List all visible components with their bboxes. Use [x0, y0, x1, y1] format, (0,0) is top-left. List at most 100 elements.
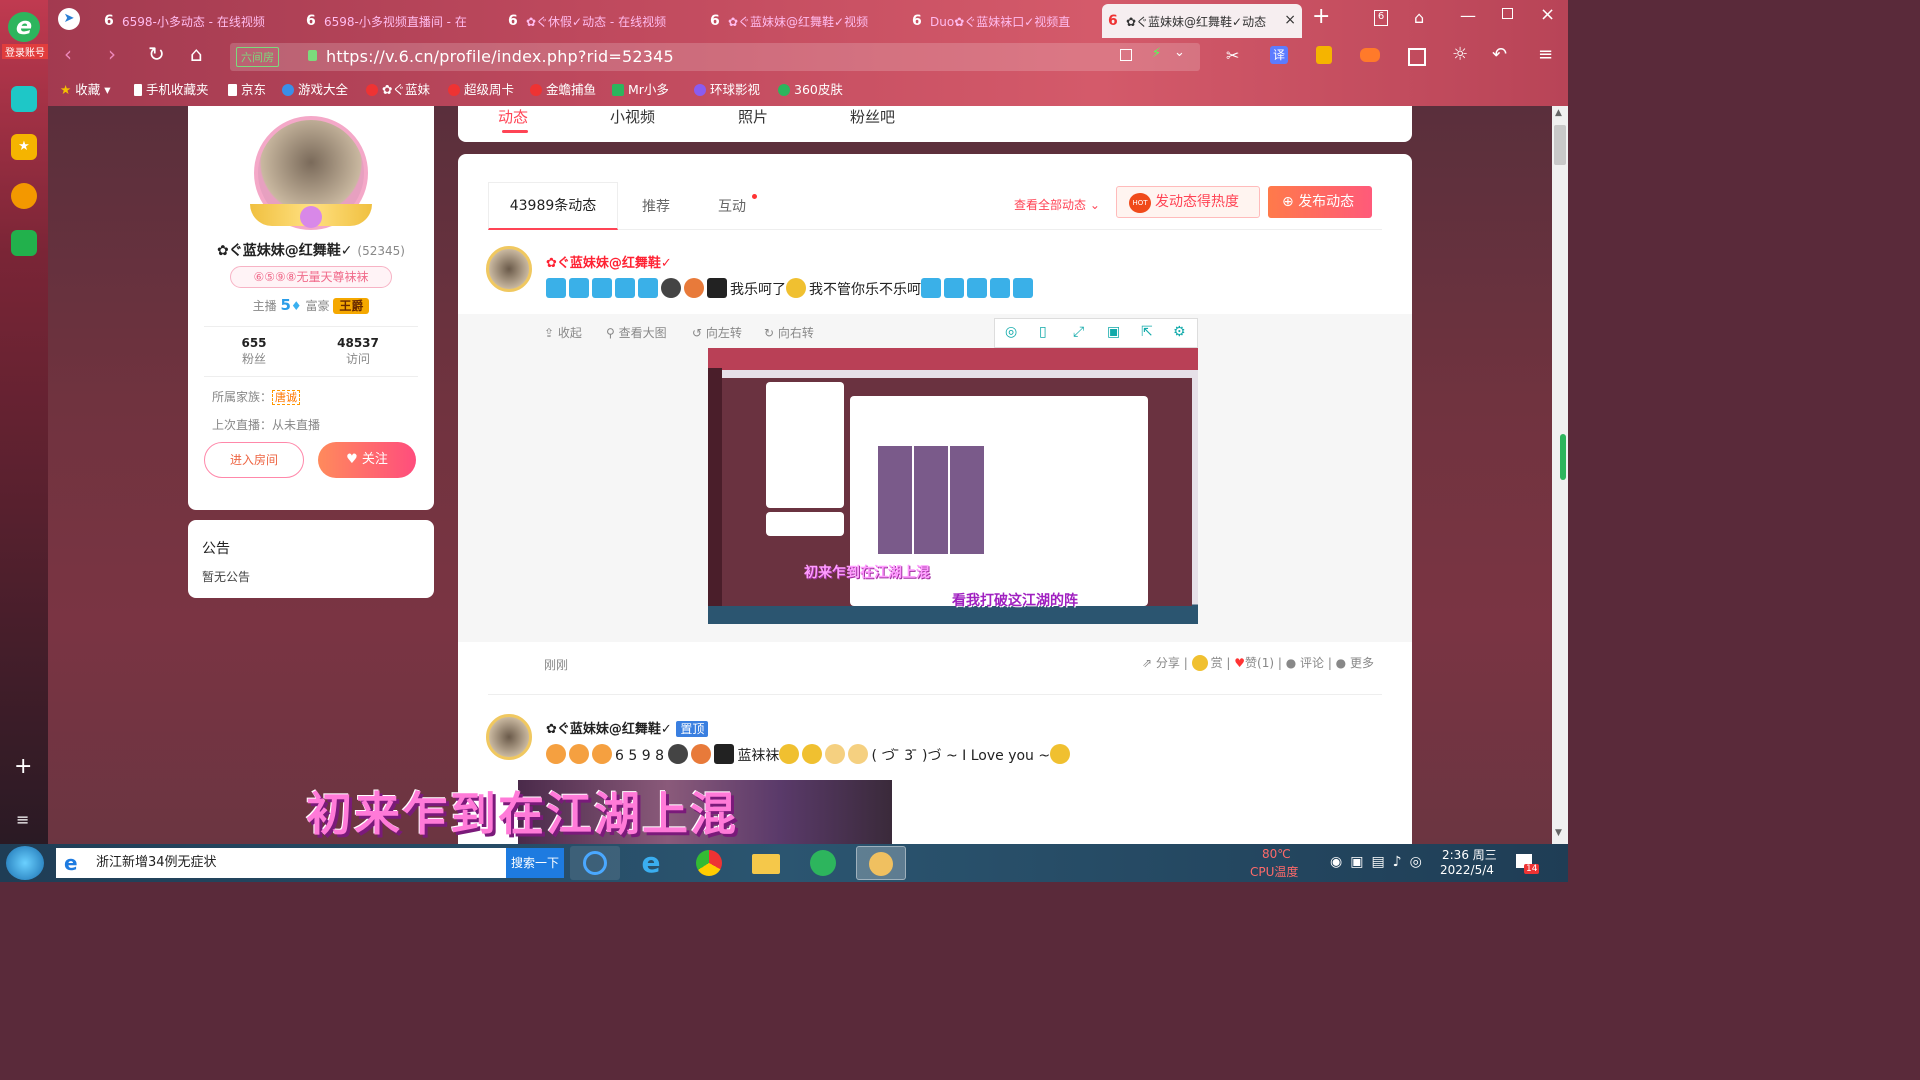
- tab-1[interactable]: 6 6598-小多动态 - 在线视频: [98, 4, 288, 38]
- telegram-icon[interactable]: ➤: [58, 8, 80, 30]
- qr-icon[interactable]: [1120, 49, 1132, 61]
- bookmark-favorites[interactable]: ★ 收藏 ▾: [60, 79, 110, 101]
- search-button[interactable]: 搜索一下: [506, 848, 564, 878]
- bookmark-movies[interactable]: 环球影视: [694, 79, 760, 101]
- dropdown-icon[interactable]: ⌄: [1174, 45, 1185, 60]
- enter-room-button[interactable]: 进入房间: [204, 442, 304, 478]
- menu-icon[interactable]: ≡: [16, 810, 29, 829]
- scroll-down-arrow[interactable]: ▼: [1555, 828, 1562, 838]
- reward-button[interactable]: 赏: [1191, 655, 1223, 671]
- feed-tab-all[interactable]: 43989条动态: [488, 182, 618, 230]
- new-tab-button[interactable]: +: [1312, 4, 1330, 29]
- minimize-icon[interactable]: —: [1460, 6, 1476, 25]
- translate-icon[interactable]: 译: [1270, 46, 1288, 64]
- browser-logo[interactable]: e: [8, 12, 40, 42]
- rotate-right-button[interactable]: ↻ 向右转: [764, 324, 814, 341]
- home-icon[interactable]: ⌂: [190, 42, 203, 66]
- tab-5[interactable]: 6 Duo✿ぐ蓝妹袜口✓视频直: [906, 4, 1096, 38]
- clock-time[interactable]: 2:36 周三: [1442, 846, 1497, 863]
- close-tab-icon[interactable]: ×: [1284, 12, 1296, 28]
- tab-photos[interactable]: 照片: [738, 106, 768, 127]
- ie-task-icon[interactable]: e: [626, 846, 676, 880]
- mail-icon[interactable]: [11, 230, 37, 256]
- publish-button[interactable]: ⊕ 发布动态: [1268, 186, 1372, 218]
- apps-icon[interactable]: [1408, 48, 1426, 66]
- start-button[interactable]: [6, 846, 44, 880]
- back-icon[interactable]: ‹: [64, 42, 72, 66]
- collapse-button[interactable]: ⇪ 收起: [544, 324, 582, 341]
- bookmark-skin[interactable]: 360皮肤: [778, 79, 843, 101]
- tab-dynamics[interactable]: 动态: [498, 106, 528, 127]
- shield-icon[interactable]: [1316, 46, 1332, 64]
- add-icon[interactable]: +: [14, 754, 32, 779]
- save-tool-icon[interactable]: ▣: [1107, 324, 1120, 340]
- scrollbar-thumb[interactable]: [1554, 125, 1566, 165]
- chrome-icon[interactable]: [684, 846, 734, 880]
- fans-stat[interactable]: 655 粉丝: [224, 336, 284, 367]
- tab-4[interactable]: 6 ✿ぐ蓝妹妹@红舞鞋✓视频: [704, 4, 894, 38]
- brightness-icon[interactable]: ☼: [1452, 44, 1468, 65]
- forward-icon[interactable]: ›: [108, 42, 116, 66]
- bookmark-mobile[interactable]: 手机收藏夹: [134, 79, 209, 101]
- browser360-icon[interactable]: [798, 846, 848, 880]
- scissors-icon[interactable]: ✂: [1226, 46, 1239, 65]
- close-window-icon[interactable]: ×: [1540, 4, 1555, 25]
- plus-app-icon[interactable]: [11, 86, 37, 112]
- bookmark-jd[interactable]: 京东: [228, 79, 266, 101]
- copy-tool-icon[interactable]: ▯: [1039, 324, 1047, 340]
- expand-tool-icon[interactable]: ⤢: [1073, 324, 1084, 340]
- settings-tool-icon[interactable]: ⚙: [1173, 324, 1186, 340]
- address-bar[interactable]: 六间房 https://v.6.cn/profile/index.php?rid…: [230, 43, 1200, 71]
- side-slider[interactable]: [1560, 434, 1566, 480]
- weibo-icon[interactable]: [11, 183, 37, 209]
- rotate-left-button[interactable]: ↺ 向左转: [692, 324, 742, 341]
- share-tool-icon[interactable]: ⇱: [1141, 324, 1153, 340]
- feed-tab-interact[interactable]: 互动: [718, 196, 746, 216]
- star-icon[interactable]: ★: [11, 134, 37, 160]
- refresh-icon[interactable]: ↻: [148, 42, 165, 66]
- scroll-up-arrow[interactable]: ▲: [1555, 108, 1562, 118]
- hot-button[interactable]: HOT 发动态得热度: [1116, 186, 1260, 218]
- login-label[interactable]: 登录账号: [2, 44, 48, 59]
- view-large-button[interactable]: ⚲ 查看大图: [606, 324, 667, 341]
- clock-date[interactable]: 2022/5/4: [1440, 863, 1494, 877]
- feed-tab-recommend[interactable]: 推荐: [642, 196, 670, 216]
- main-menu-icon[interactable]: ≡: [1538, 44, 1553, 65]
- k-app-icon[interactable]: [570, 846, 620, 880]
- news-ticker[interactable]: e 浙江新增34例无症状: [56, 848, 506, 878]
- post2-author[interactable]: ✿ぐ蓝妹妹@红舞鞋✓: [546, 722, 672, 737]
- tab-3[interactable]: 6 ✿ぐ休假✓动态 - 在线视频: [502, 4, 692, 38]
- comment-button[interactable]: ● 评论: [1286, 656, 1324, 670]
- bookmark-games[interactable]: 游戏大全: [282, 79, 348, 101]
- tab-6-active[interactable]: 6 ✿ぐ蓝妹妹@红舞鞋✓动态 ×: [1102, 4, 1302, 38]
- folder-icon[interactable]: [740, 846, 790, 880]
- bookmark-weekcard[interactable]: 超级周卡: [448, 79, 514, 101]
- post1-avatar[interactable]: [486, 246, 532, 292]
- undo-icon[interactable]: ↶: [1492, 44, 1507, 65]
- tab-fanbar[interactable]: 粉丝吧: [850, 106, 895, 127]
- title-tag: ⑥⑤⑨⑧无量天尊袜袜: [230, 266, 392, 288]
- restore-icon[interactable]: [1502, 8, 1513, 19]
- tab-2[interactable]: 6 6598-小多视频直播间 - 在: [300, 4, 490, 38]
- view-all-dropdown[interactable]: 查看全部动态 ⌄: [1014, 196, 1100, 213]
- bookmark-lanmei[interactable]: ✿ぐ蓝妹: [366, 79, 430, 101]
- follow-button[interactable]: ♥ 关注: [318, 442, 416, 478]
- post1-screenshot-image[interactable]: 初来乍到在江湖上混 看我打破这江湖的阵: [708, 348, 1198, 624]
- bookmark-mrxiaoduo[interactable]: Mr小多: [612, 79, 669, 101]
- tab-count[interactable]: 6: [1374, 10, 1388, 26]
- active-window-icon[interactable]: [856, 846, 906, 880]
- bolt-icon[interactable]: ⚡: [1152, 46, 1161, 61]
- more-button[interactable]: ● 更多: [1336, 656, 1374, 670]
- game-icon[interactable]: [1360, 48, 1380, 62]
- like-button[interactable]: ♥赞(1): [1234, 656, 1274, 670]
- family-badge[interactable]: 唐诚: [272, 390, 301, 405]
- bookmark-fishing[interactable]: 金蟾捕鱼: [530, 79, 596, 101]
- skin-icon[interactable]: ⌂: [1414, 8, 1424, 27]
- tray-icons[interactable]: ◉▣▤♪◎: [1330, 854, 1430, 870]
- comment-tool-icon[interactable]: ◎: [1005, 324, 1017, 340]
- tab-shortvideo[interactable]: 小视频: [610, 106, 655, 127]
- post2-avatar[interactable]: [486, 714, 532, 760]
- post1-author[interactable]: ✿ぐ蓝妹妹@红舞鞋✓: [546, 252, 672, 271]
- share-button[interactable]: ⇗ 分享: [1142, 656, 1180, 670]
- url-text[interactable]: https://v.6.cn/profile/index.php?rid=523…: [326, 47, 674, 66]
